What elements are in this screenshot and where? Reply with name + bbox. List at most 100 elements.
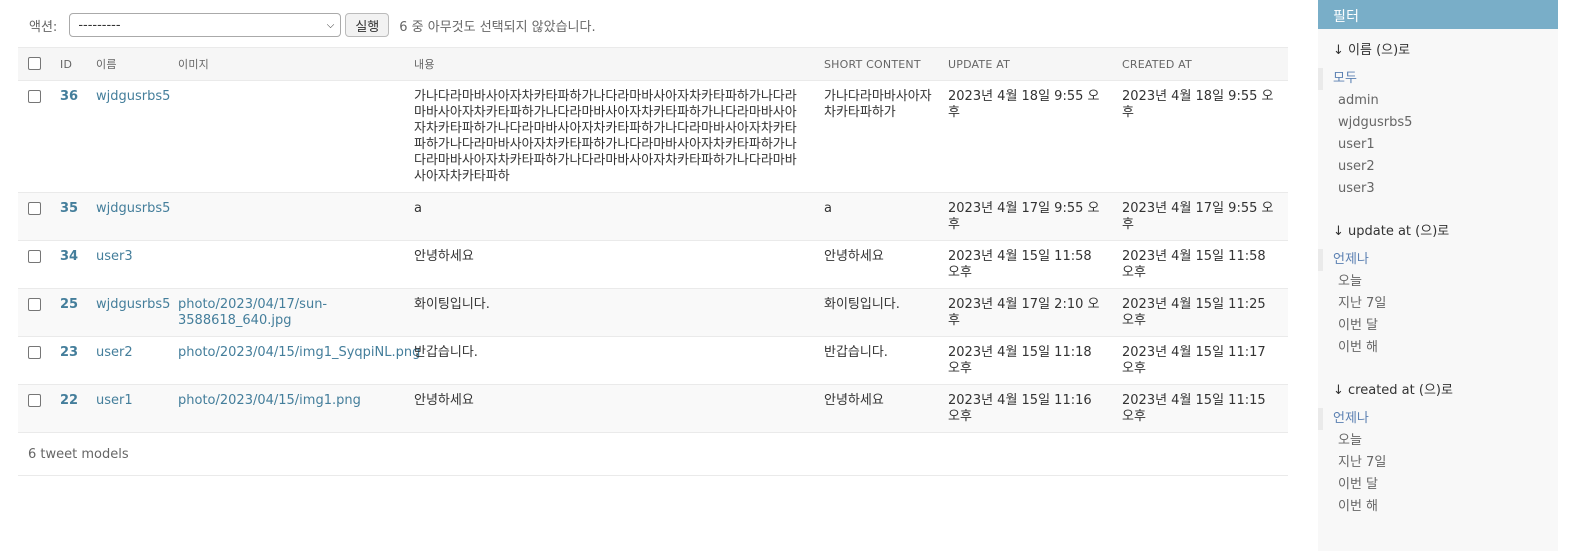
update-at-cell: 2023년 4월 15일 11:18 오후 bbox=[940, 336, 1114, 385]
image-cell: photo/2023/04/15/img1.png bbox=[170, 384, 406, 433]
chevron-down-icon: ⌵ bbox=[326, 19, 335, 31]
filter-option-user2[interactable]: user2 bbox=[1318, 156, 1558, 178]
row-created-at-text: 2023년 4월 15일 11:17 오후 bbox=[1122, 345, 1266, 376]
row-id-link[interactable]: 34 bbox=[60, 249, 78, 264]
table-header-row: ID 이름 이미지 내용 SHORT CONTENT UPDATE AT CRE… bbox=[18, 47, 1288, 81]
name-cell: user3 bbox=[88, 240, 170, 289]
update-at-cell: 2023년 4월 17일 9:55 오후 bbox=[940, 192, 1114, 241]
row-checkbox[interactable] bbox=[28, 298, 41, 311]
filter-group-update-at: ↓ update at (으)로 언제나 오늘 지난 7일 이번 달 이번 해 bbox=[1318, 221, 1558, 359]
content-cell: 화이팅입니다. bbox=[406, 288, 816, 337]
row-checkbox-cell bbox=[18, 384, 52, 433]
filter-option-past-7-days[interactable]: 지난 7일 bbox=[1318, 452, 1558, 474]
name-cell: wjdgusrbs5 bbox=[88, 80, 170, 193]
created-at-cell: 2023년 4월 15일 11:17 오후 bbox=[1114, 336, 1288, 385]
row-checkbox[interactable] bbox=[28, 346, 41, 359]
filter-group-created-at: ↓ created at (으)로 언제나 오늘 지난 7일 이번 달 이번 해 bbox=[1318, 380, 1558, 518]
row-image-link[interactable]: photo/2023/04/17/sun-3588618_640.jpg bbox=[178, 297, 327, 328]
row-short-content-text: 안녕하세요 bbox=[824, 393, 884, 408]
id-cell: 36 bbox=[52, 80, 88, 193]
run-action-button[interactable]: 실행 bbox=[345, 13, 390, 37]
row-content-text: 안녕하세요 bbox=[414, 249, 474, 264]
row-id-link[interactable]: 22 bbox=[60, 393, 78, 408]
filter-heading-name: ↓ 이름 (으)로 bbox=[1333, 43, 1411, 58]
results-table-container: ID 이름 이미지 내용 SHORT CONTENT UPDATE AT CRE… bbox=[18, 47, 1288, 476]
row-id-link[interactable]: 36 bbox=[60, 89, 78, 104]
row-update-at-text: 2023년 4월 15일 11:16 오후 bbox=[948, 393, 1092, 424]
row-checkbox[interactable] bbox=[28, 394, 41, 407]
filter-option-this-month[interactable]: 이번 달 bbox=[1318, 474, 1558, 496]
row-name-link[interactable]: user1 bbox=[96, 393, 133, 408]
column-header-image[interactable]: 이미지 bbox=[170, 47, 406, 81]
name-cell: user2 bbox=[88, 336, 170, 385]
short-content-cell: 반갑습니다. bbox=[816, 336, 940, 385]
row-id-link[interactable]: 35 bbox=[60, 201, 78, 216]
row-name-link[interactable]: user3 bbox=[96, 249, 133, 264]
row-created-at-text: 2023년 4월 15일 11:15 오후 bbox=[1122, 393, 1266, 424]
row-checkbox[interactable] bbox=[28, 250, 41, 263]
row-short-content-text: a bbox=[824, 201, 832, 216]
filter-list-created-at: 언제나 오늘 지난 7일 이번 달 이번 해 bbox=[1318, 408, 1558, 518]
filter-option-all[interactable]: 모두 bbox=[1318, 68, 1558, 90]
filter-option-this-year[interactable]: 이번 해 bbox=[1318, 496, 1558, 518]
filter-option-this-month[interactable]: 이번 달 bbox=[1318, 315, 1558, 337]
filter-title: 필터 bbox=[1318, 0, 1558, 29]
filter-option-user1[interactable]: user1 bbox=[1318, 134, 1558, 156]
filter-option-wjdgusrbs5[interactable]: wjdgusrbs5 bbox=[1318, 112, 1558, 134]
update-at-cell: 2023년 4월 15일 11:58 오후 bbox=[940, 240, 1114, 289]
row-created-at-text: 2023년 4월 15일 11:58 오후 bbox=[1122, 249, 1266, 280]
select-all-checkbox[interactable] bbox=[28, 56, 41, 70]
filter-option-admin[interactable]: admin bbox=[1318, 90, 1558, 112]
row-short-content-text: 가나다라마바사아자차카타파하가 bbox=[824, 89, 932, 120]
column-header-created-at[interactable]: CREATED AT bbox=[1114, 47, 1288, 81]
row-content-text: 반갑습니다. bbox=[414, 345, 478, 360]
table-row: 22 user1 photo/2023/04/15/img1.png 안녕하세요 안녕하… bbox=[18, 384, 1288, 433]
short-content-cell: a bbox=[816, 192, 940, 241]
table-row: 25 wjdgusrbs5 photo/2023/04/17/sun-3588618… bbox=[18, 288, 1288, 337]
row-short-content-text: 안녕하세요 bbox=[824, 249, 884, 264]
row-content-text: 안녕하세요 bbox=[414, 393, 474, 408]
row-name-link[interactable]: wjdgusrbs5 bbox=[96, 201, 170, 216]
filter-group-name: ↓ 이름 (으)로 모두 admin wjdgusrbs5 user1 user… bbox=[1318, 40, 1558, 200]
filter-option-today[interactable]: 오늘 bbox=[1318, 271, 1558, 293]
actions-label: 액션: bbox=[29, 19, 58, 35]
table-row: 34 user3 안녕하세요 안녕하세요 2023년 4월 15일 11:58 오후 20… bbox=[18, 240, 1288, 289]
filter-list-name: 모두 admin wjdgusrbs5 user1 user2 user3 bbox=[1318, 68, 1558, 200]
id-cell: 35 bbox=[52, 192, 88, 241]
column-header-name[interactable]: 이름 bbox=[88, 47, 170, 81]
actions-bar: 액션: --------- ⌵ 실행 6 중 아무것도 선택되지 않았습니다. bbox=[18, 10, 1288, 40]
filter-option-past-7-days[interactable]: 지난 7일 bbox=[1318, 293, 1558, 315]
row-name-link[interactable]: user2 bbox=[96, 345, 133, 360]
row-checkbox-cell bbox=[18, 192, 52, 241]
update-at-cell: 2023년 4월 17일 2:10 오후 bbox=[940, 288, 1114, 337]
short-content-cell: 가나다라마바사아자차카타파하가 bbox=[816, 80, 940, 193]
row-image-link[interactable]: photo/2023/04/15/img1.png bbox=[178, 393, 361, 408]
update-at-cell: 2023년 4월 18일 9:55 오후 bbox=[940, 80, 1114, 193]
column-header-id[interactable]: ID bbox=[52, 47, 88, 81]
filter-option-any-date[interactable]: 언제나 bbox=[1318, 249, 1558, 271]
row-name-link[interactable]: wjdgusrbs5 bbox=[96, 89, 170, 104]
select-all-checkbox-cell bbox=[18, 47, 52, 81]
column-header-content[interactable]: 내용 bbox=[406, 47, 816, 81]
name-cell: user1 bbox=[88, 384, 170, 433]
created-at-cell: 2023년 4월 18일 9:55 오후 bbox=[1114, 80, 1288, 193]
filter-option-today[interactable]: 오늘 bbox=[1318, 430, 1558, 452]
results-table: ID 이름 이미지 내용 SHORT CONTENT UPDATE AT CRE… bbox=[18, 47, 1288, 433]
row-checkbox[interactable] bbox=[28, 202, 41, 215]
action-counter: 6 중 아무것도 선택되지 않았습니다. bbox=[399, 19, 596, 35]
image-cell bbox=[170, 192, 406, 241]
action-select[interactable]: --------- ⌵ bbox=[69, 13, 342, 37]
filter-option-any-date[interactable]: 언제나 bbox=[1318, 408, 1558, 430]
paginator: 6 tweet models bbox=[18, 433, 1288, 476]
column-header-update-at[interactable]: UPDATE AT bbox=[940, 47, 1114, 81]
table-row: 23 user2 photo/2023/04/15/img1_SyqpiNL.png… bbox=[18, 336, 1288, 385]
filter-option-user3[interactable]: user3 bbox=[1318, 178, 1558, 200]
row-id-link[interactable]: 25 bbox=[60, 297, 78, 312]
short-content-cell: 안녕하세요 bbox=[816, 240, 940, 289]
row-checkbox[interactable] bbox=[28, 90, 41, 103]
row-name-link[interactable]: wjdgusrbs5 bbox=[96, 297, 170, 312]
row-image-link[interactable]: photo/2023/04/15/img1_SyqpiNL.png bbox=[178, 345, 420, 360]
column-header-short-content[interactable]: SHORT CONTENT bbox=[816, 47, 940, 81]
filter-option-this-year[interactable]: 이번 해 bbox=[1318, 337, 1558, 359]
row-id-link[interactable]: 23 bbox=[60, 345, 78, 360]
